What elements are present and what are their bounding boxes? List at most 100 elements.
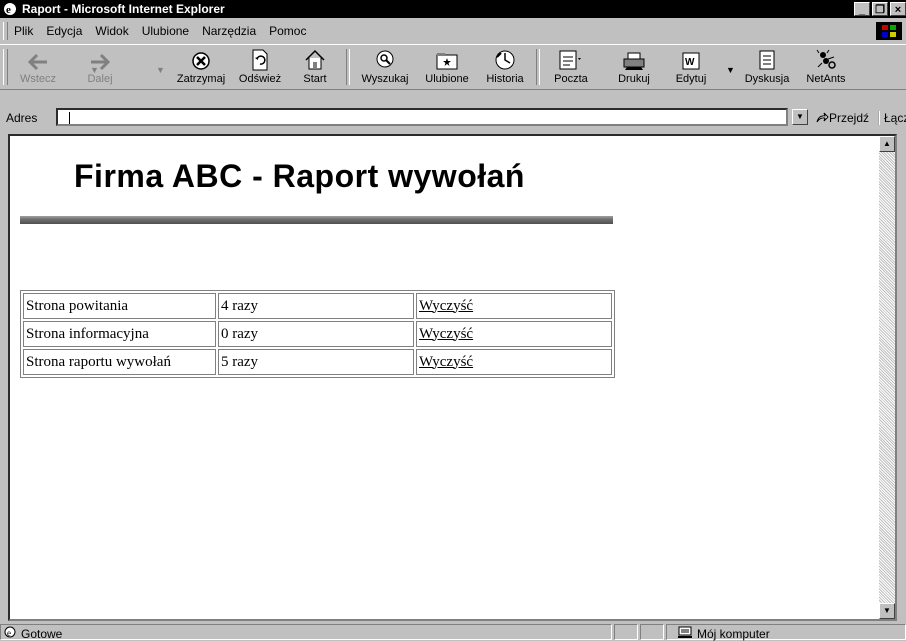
page-icon: e xyxy=(4,626,16,638)
edit-label: Edytuj xyxy=(675,73,707,85)
clear-link[interactable]: Wyczyść xyxy=(419,354,473,370)
search-icon xyxy=(355,47,415,71)
refresh-button[interactable]: Odśwież xyxy=(235,47,285,85)
toolbar-grip xyxy=(3,49,8,85)
scroll-up-button[interactable]: ▲ xyxy=(879,136,895,152)
back-arrow-icon xyxy=(14,47,62,71)
favorites-icon xyxy=(418,47,476,71)
text-caret xyxy=(69,112,70,124)
history-icon xyxy=(482,47,528,71)
go-button[interactable]: Przejdź xyxy=(815,111,869,125)
clear-cell: Wyczyść xyxy=(416,293,612,319)
clear-link[interactable]: Wyczyść xyxy=(419,326,473,342)
toolbar-separator xyxy=(346,49,350,85)
netants-icon xyxy=(803,47,849,71)
computer-icon xyxy=(678,626,692,638)
status-bar: e Gotowe Mój komputer xyxy=(0,623,906,641)
svg-text:e: e xyxy=(7,628,11,638)
title-bar: e Raport - Microsoft Internet Explorer _… xyxy=(0,0,906,18)
favorites-button[interactable]: Ulubione xyxy=(418,47,476,85)
mail-label: Poczta xyxy=(554,73,588,85)
zone-text: Mój komputer xyxy=(697,627,770,641)
menu-narzedzia[interactable]: Narzędzia xyxy=(202,24,256,38)
toolbar-separator xyxy=(536,49,540,85)
menu-bar: Plik Edycja Widok Ulubione Narzędzia Pom… xyxy=(0,20,906,42)
status-main-field: e Gotowe xyxy=(0,624,612,641)
scroll-down-button[interactable]: ▼ xyxy=(879,603,895,619)
menu-ulubione[interactable]: Ulubione xyxy=(142,24,189,38)
table-row: Strona informacyjna 0 razy Wyczyść xyxy=(23,321,612,347)
forward-arrow-icon xyxy=(80,47,120,71)
table-row: Strona raportu wywołań 5 razy Wyczyść xyxy=(23,349,612,375)
forward-label: Dalej xyxy=(87,73,113,85)
address-bar: Adres ▼ Przejdź Łącza xyxy=(0,106,906,130)
go-label: Przejdź xyxy=(829,111,870,125)
page-content: Firma ABC - Raport wywołań Strona powita… xyxy=(8,134,897,621)
stop-icon xyxy=(172,47,230,71)
mail-button[interactable]: Poczta xyxy=(548,47,594,85)
back-label: Wstecz xyxy=(19,73,57,85)
refresh-icon xyxy=(235,47,285,71)
address-label: Adres xyxy=(6,111,38,125)
count-cell: 0 razy xyxy=(218,321,414,347)
edit-button[interactable]: W Edytuj xyxy=(672,47,710,85)
address-dropdown-button[interactable]: ▼ xyxy=(792,109,808,125)
svg-text:e: e xyxy=(6,4,11,16)
home-button[interactable]: Start xyxy=(298,47,332,85)
home-icon xyxy=(298,47,332,71)
count-cell: 4 razy xyxy=(218,293,414,319)
horizontal-rule xyxy=(20,216,613,224)
address-input[interactable] xyxy=(56,108,788,126)
word-edit-icon: W xyxy=(672,47,710,71)
edit-dropdown-icon[interactable]: ▼ xyxy=(726,65,735,75)
favorites-label: Ulubione xyxy=(425,73,469,85)
stop-button[interactable]: Zatrzymaj xyxy=(172,47,230,85)
maximize-button[interactable]: ❐ xyxy=(872,2,888,16)
close-button[interactable]: × xyxy=(890,2,906,16)
standard-toolbar: Wstecz ▼ Dalej ▼ Zatrzymaj Odśwież Start… xyxy=(0,44,906,90)
menu-edycja[interactable]: Edycja xyxy=(46,24,82,38)
count-cell: 5 razy xyxy=(218,349,414,375)
clear-cell: Wyczyść xyxy=(416,349,612,375)
print-label: Drukuj xyxy=(618,73,650,85)
mail-icon xyxy=(548,47,594,71)
back-button[interactable]: Wstecz xyxy=(14,47,62,85)
status-text: Gotowe xyxy=(21,627,63,641)
clear-link[interactable]: Wyczyść xyxy=(419,298,473,314)
window-title: Raport - Microsoft Internet Explorer xyxy=(22,2,225,16)
search-button[interactable]: Wyszukaj xyxy=(355,47,415,85)
discuss-icon xyxy=(741,47,793,71)
menu-widok[interactable]: Widok xyxy=(95,24,128,38)
page-name-cell: Strona raportu wywołań xyxy=(23,349,216,375)
discuss-button[interactable]: Dyskusja xyxy=(741,47,793,85)
history-label: Historia xyxy=(486,73,524,85)
menu-pomoc[interactable]: Pomoc xyxy=(269,24,306,38)
clear-cell: Wyczyść xyxy=(416,321,612,347)
page-name-cell: Strona powitania xyxy=(23,293,216,319)
vertical-scrollbar[interactable]: ▲ ▼ xyxy=(879,136,895,619)
status-secure-field xyxy=(640,624,664,640)
svg-text:W: W xyxy=(685,57,695,68)
netants-label: NetAnts xyxy=(806,73,846,85)
forward-button[interactable]: Dalej xyxy=(80,47,120,85)
menu-grip xyxy=(3,22,8,40)
print-button[interactable]: Drukuj xyxy=(614,47,654,85)
history-button[interactable]: Historia xyxy=(482,47,528,85)
report-table: Strona powitania 4 razy Wyczyść Strona i… xyxy=(20,290,615,378)
menu-plik[interactable]: Plik xyxy=(14,24,33,38)
go-arrow-icon xyxy=(816,112,829,123)
discuss-label: Dyskusja xyxy=(744,73,790,85)
status-progress-field xyxy=(614,624,638,640)
links-button[interactable]: Łącza xyxy=(878,111,906,125)
refresh-label: Odśwież xyxy=(238,73,282,85)
stop-label: Zatrzymaj xyxy=(176,73,226,85)
printer-icon xyxy=(614,47,654,71)
status-zone-field: Mój komputer xyxy=(666,624,906,641)
minimize-button[interactable]: _ xyxy=(854,2,870,16)
netants-button[interactable]: NetAnts xyxy=(803,47,849,85)
page-heading: Firma ABC - Raport wywołań xyxy=(74,158,525,194)
home-label: Start xyxy=(303,73,327,85)
ie-icon: e xyxy=(4,3,16,16)
page-name-cell: Strona informacyjna xyxy=(23,321,216,347)
forward-dropdown-icon[interactable]: ▼ xyxy=(156,65,165,75)
